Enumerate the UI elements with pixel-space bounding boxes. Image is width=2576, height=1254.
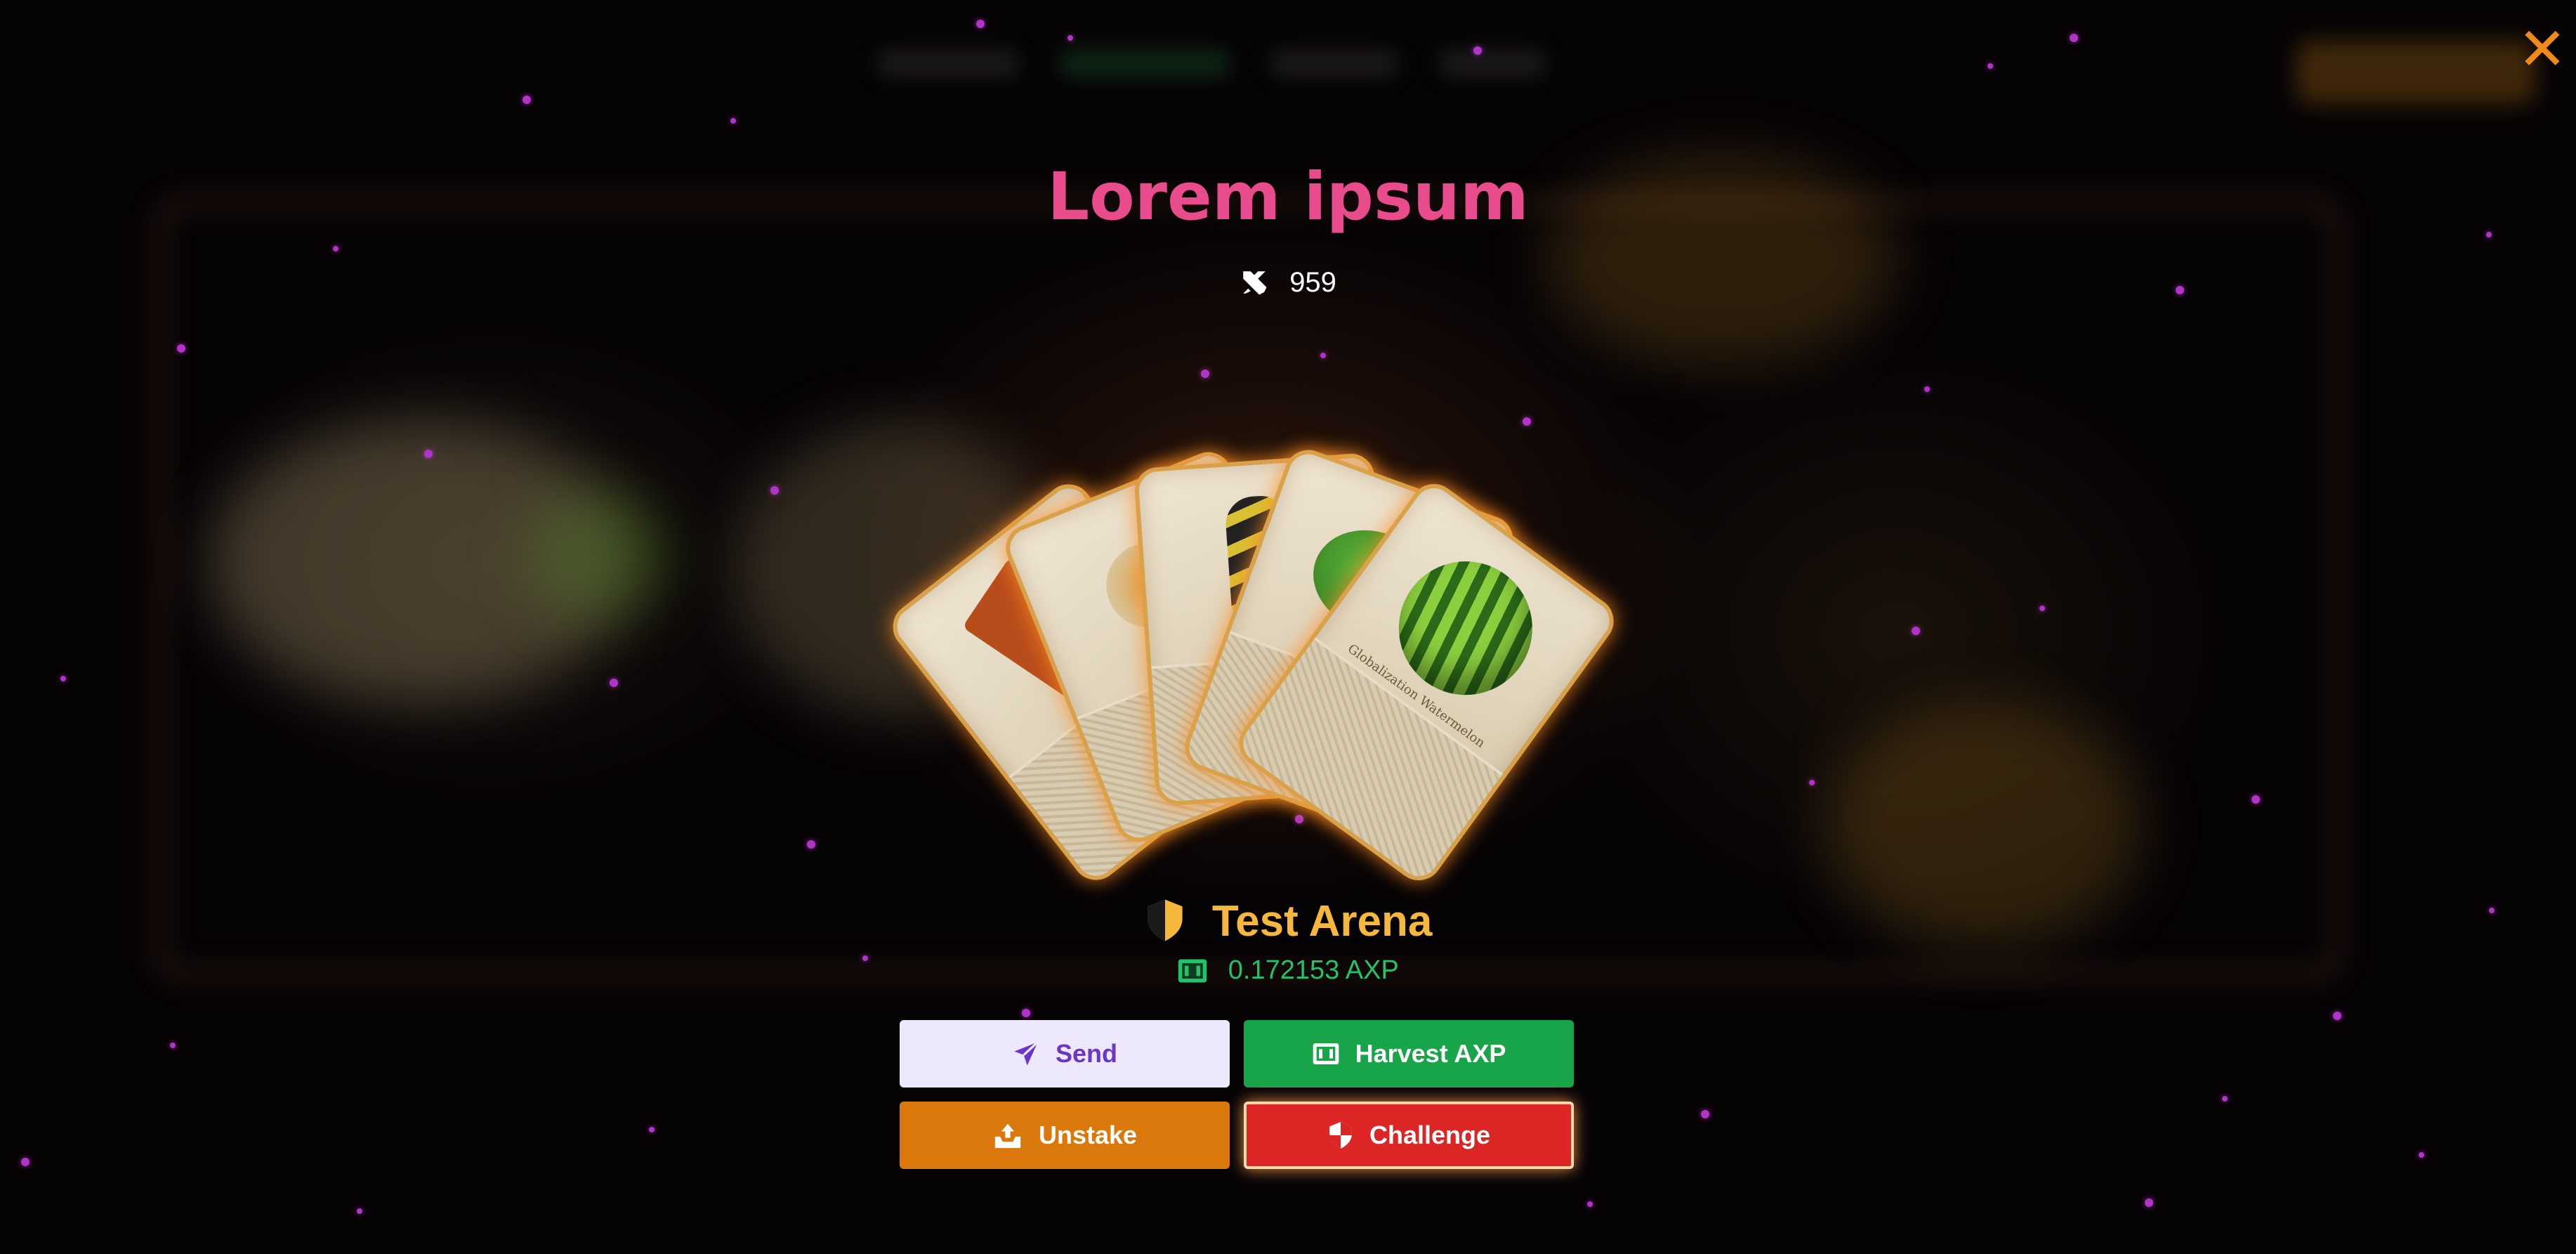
send-label: Send <box>1055 1039 1117 1068</box>
particle <box>1701 1110 1709 1118</box>
cash-icon <box>1313 1043 1339 1064</box>
challenge-label: Challenge <box>1369 1121 1491 1149</box>
close-icon[interactable]: ✕ <box>2514 20 2570 79</box>
background-topbar <box>878 49 1721 98</box>
particle <box>2039 606 2045 611</box>
background-button <box>2296 41 2535 104</box>
modal-title: Lorem ipsum <box>1047 159 1529 235</box>
particle <box>1320 353 1326 358</box>
axp-balance: 0.172153 AXP <box>0 955 2576 986</box>
particle <box>1067 35 1073 41</box>
crossed-swords-icon <box>1243 271 1267 295</box>
particle <box>2145 1199 2153 1207</box>
unstake-label: Unstake <box>1038 1121 1138 1149</box>
particle <box>1924 386 1930 392</box>
shield-icon <box>1329 1122 1352 1149</box>
unstake-button[interactable]: Unstake <box>900 1102 1230 1169</box>
power-value: 959 <box>1289 267 1336 298</box>
particle <box>2222 1096 2228 1102</box>
particle <box>976 20 985 28</box>
power-display: 959 <box>0 267 2576 299</box>
particle <box>2252 795 2260 804</box>
cash-icon <box>1178 959 1207 983</box>
arena-name-row: Test Arena <box>0 896 2576 946</box>
particle <box>2419 1152 2424 1158</box>
particle <box>2333 1012 2341 1020</box>
particle <box>357 1208 362 1214</box>
particle <box>1022 1009 1030 1017</box>
axp-amount: 0.172153 AXP <box>1228 955 1399 985</box>
particle <box>333 246 339 252</box>
particle <box>610 679 618 687</box>
particle <box>730 118 736 124</box>
particle <box>2070 34 2078 42</box>
paper-plane-icon <box>1014 1041 1039 1066</box>
particle <box>1912 627 1920 635</box>
send-button[interactable]: Send <box>900 1020 1230 1088</box>
shield-icon <box>1147 899 1183 941</box>
particle <box>1523 417 1531 426</box>
particle <box>807 840 815 849</box>
harvest-axp-button[interactable]: Harvest AXP <box>1244 1020 1574 1088</box>
particle <box>177 344 185 353</box>
challenge-button[interactable]: Challenge <box>1244 1102 1574 1169</box>
harvest-label: Harvest AXP <box>1355 1039 1506 1068</box>
particle <box>649 1127 655 1132</box>
background-blob <box>527 492 667 618</box>
modal-overlay: ✕ Lorem ipsum 959 Globalization Watermel… <box>0 0 2576 1254</box>
particle <box>424 450 433 458</box>
particle <box>1201 370 1209 378</box>
particle <box>21 1158 29 1166</box>
upload-icon <box>994 1123 1021 1149</box>
particle <box>1587 1201 1593 1207</box>
particle <box>170 1043 176 1048</box>
card-fan: Globalization Watermelon <box>883 436 1623 890</box>
arena-name: Test Arena <box>1211 897 1433 946</box>
particle <box>1987 63 1993 69</box>
particle <box>1809 780 1815 785</box>
particle <box>60 676 66 681</box>
particle <box>523 96 531 104</box>
particle <box>770 486 779 495</box>
particle <box>1473 46 1482 55</box>
